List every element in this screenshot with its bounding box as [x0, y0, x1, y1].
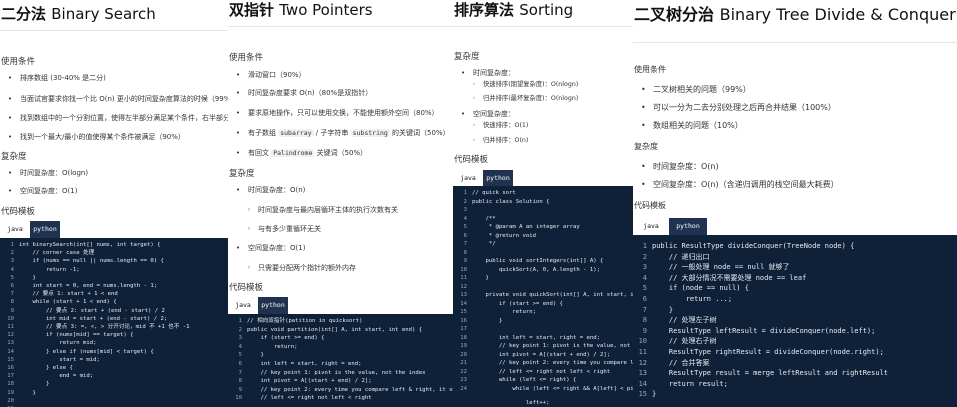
code-block: 1 2 3 4 5 6 7 8 9 10 11 12 13 14 15 publ…: [633, 235, 957, 407]
code-block: 1 2 3 4 5 6 7 8 9 10 11 12 13 14 15 16 1…: [0, 238, 228, 407]
code-lines: // quick sort public class Solution { /*…: [472, 190, 633, 392]
title-en: Sorting: [519, 1, 574, 19]
two-pointers-panel: 双指针 Two Pointers 使用条件 滑动窗口（90%） 时间复杂度要求 …: [228, 0, 453, 407]
tab-java[interactable]: java: [453, 170, 483, 187]
usage-item: 可以一分为二去分别处理之后再合并结果（100%）: [633, 102, 836, 114]
sorting-panel: 排序算法 Sorting 复杂度 时间复杂度： 快速排序(期望复杂度)：O(nl…: [453, 0, 633, 407]
code-lines: // 相向双指针(patition in quicksort) public v…: [247, 318, 453, 402]
title-en: Binary Search: [51, 5, 156, 23]
complexity-sub-item: 时间复杂度与最内层循环主体的执行次数有关: [228, 205, 398, 215]
time-item: 归并排序(最坏复杂度)：O(nlogn): [453, 94, 578, 104]
template-heading: 代码模板: [454, 155, 489, 165]
usage-item: 找到数组中的一个分割位置，使得左半部分满足某个条件，右半部分不满足（100%）: [0, 113, 228, 123]
space-item: 归并排序：O(n): [453, 136, 528, 146]
usage-item: 滑动窗口（90%）: [228, 70, 306, 80]
space-heading: 空间复杂度：: [453, 109, 515, 119]
binary-search-title: 二分法 Binary Search: [1, 4, 156, 24]
usage-item: 时间复杂度要求 O(n)（80%是双指针）: [228, 88, 372, 98]
tab-python[interactable]: python: [258, 297, 288, 314]
divide-conquer-title: 二叉树分治 Binary Tree Divide & Conquer: [634, 5, 956, 25]
complexity-item: 时间复杂度：O(n): [633, 161, 719, 173]
title-zh: 双指针: [229, 1, 275, 19]
tab-java[interactable]: java: [633, 218, 669, 235]
code-tabs: java python: [228, 297, 288, 314]
binary-search-panel: 二分法 Binary Search 使用条件 排序数组 (30-40% 是二分)…: [0, 0, 228, 407]
code-tabs: java python: [633, 218, 707, 235]
divide-conquer-panel: 二叉树分治 Binary Tree Divide & Conquer 使用条件 …: [633, 0, 957, 407]
usage-heading: 使用条件: [634, 65, 666, 74]
two-pointers-title: 双指针 Two Pointers: [229, 0, 373, 20]
code-lines: int binarySearch(int[] nums, int target)…: [19, 242, 190, 396]
complexity-heading: 复杂度: [1, 152, 27, 162]
usage-item: 要求原地操作，只可以使用交换，不能使用额外空间（80%）: [228, 108, 439, 118]
complexity-item: 空间复杂度：O(1): [228, 243, 305, 253]
tab-java[interactable]: java: [0, 221, 30, 238]
title-divider: [633, 42, 957, 43]
template-heading: 代码模板: [1, 207, 36, 217]
complexity-heading: 复杂度: [229, 169, 255, 179]
time-heading: 时间复杂度：: [453, 68, 515, 78]
inline-code: Palindrome: [271, 149, 315, 157]
complexity-sub-item: 只需要分配两个指针的额外内存: [228, 263, 356, 273]
code-tabs: java python: [0, 221, 60, 238]
usage-item: 找到一个最大/最小的值使得某个条件被满足（90%）: [0, 132, 185, 142]
time-item: 快速排序(期望复杂度)：O(nlogn): [453, 80, 578, 90]
tab-java[interactable]: java: [228, 297, 258, 314]
complexity-heading: 复杂度: [634, 142, 658, 151]
inline-code: subarray: [278, 129, 314, 137]
title-zh: 二叉树分治: [634, 5, 715, 24]
template-heading: 代码模板: [229, 283, 264, 293]
usage-item: 数组相关的问题（10%）: [633, 120, 743, 132]
title-en: Two Pointers: [279, 1, 373, 19]
tab-python[interactable]: python: [483, 170, 513, 187]
title-zh: 排序算法: [454, 1, 515, 19]
tab-python[interactable]: python: [669, 218, 707, 235]
code-block: 1 2 3 4 5 6 7 8 9 10 // 相向双指针(patition i…: [228, 314, 453, 407]
tab-python[interactable]: python: [30, 221, 60, 238]
line-numbers: 1 2 3 4 5 6 7 8 9 10 11 12 13 14 15 16 1…: [7, 242, 14, 407]
usage-item: 排序数组 (30-40% 是二分): [0, 73, 106, 83]
complexity-item: 时间复杂度：O(logn): [0, 168, 88, 178]
line-numbers: 1 2 3 4 5 6 7 8 9 10 11 12 13 14 15 16 1…: [460, 190, 467, 392]
line-numbers: 1 2 3 4 5 6 7 8 9 10: [235, 318, 242, 402]
complexity-item: 空间复杂度：O(1): [0, 186, 77, 196]
title-divider: [0, 30, 228, 31]
inline-code: substring: [350, 129, 390, 137]
sorting-title: 排序算法 Sorting: [454, 0, 573, 20]
line-numbers: 1 2 3 4 5 6 7 8 9 10 11 12 13 14 15: [638, 242, 647, 399]
complexity-item: 时间复杂度：O(n): [228, 185, 305, 195]
title-divider: [453, 26, 633, 27]
usage-item: 有回文 Palindrome 关键词（50%）: [228, 148, 367, 158]
code-lines: public ResultType divideConquer(TreeNode…: [652, 242, 889, 399]
code-block: 1 2 3 4 5 6 7 8 9 10 11 12 13 14 15 16 1…: [453, 186, 633, 407]
usage-item: 有子数组 subarray / 子字符串 substring 的关键词（50%）: [228, 128, 450, 138]
usage-item: 当面试官要求你找一个比 O(n) 更小的时间复杂度算法的时候（99%）: [0, 94, 228, 104]
complexity-heading: 复杂度: [454, 52, 480, 62]
space-item: 快速排序：O(1): [453, 121, 528, 131]
complexity-item: 空间复杂度：O(n)（含递归调用的栈空间最大耗费）: [633, 179, 839, 191]
complexity-sub-item: 与有多少重循环无关: [228, 224, 321, 234]
usage-heading: 使用条件: [1, 57, 36, 67]
usage-heading: 使用条件: [229, 53, 264, 63]
title-en: Binary Tree Divide & Conquer: [719, 5, 956, 24]
template-heading: 代码模板: [634, 201, 666, 210]
title-zh: 二分法: [1, 5, 47, 23]
title-divider: [228, 26, 453, 27]
usage-item: 二叉树相关的问题（99%）: [633, 84, 751, 96]
code-line-tail: left++;: [472, 400, 550, 406]
code-tabs: java python: [453, 170, 513, 187]
